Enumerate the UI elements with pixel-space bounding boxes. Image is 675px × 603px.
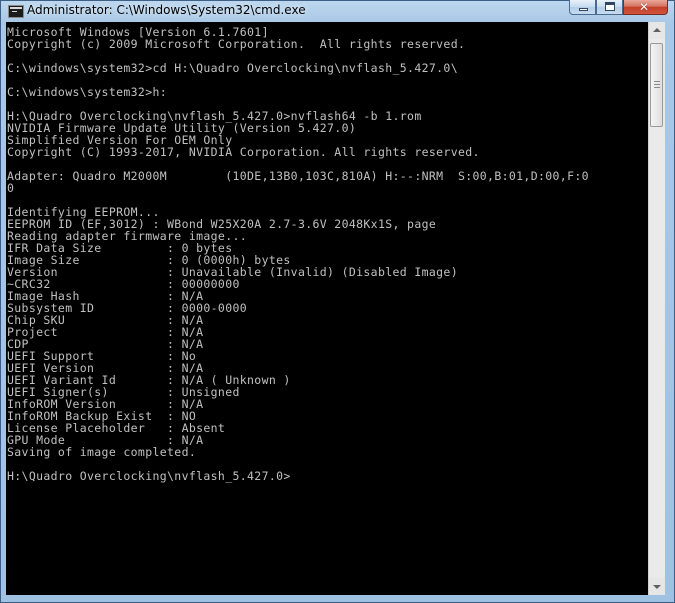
- console-line: H:\Quadro Overclocking\nvflash_5.427.0>: [7, 469, 291, 483]
- console-line: Saving of image completed.: [7, 445, 197, 459]
- console-line: C:\windows\system32>h:: [7, 85, 168, 99]
- grip-line: [654, 87, 660, 88]
- console-line: Copyright (C) 1993-2017, NVIDIA Corporat…: [7, 145, 480, 159]
- minimize-button[interactable]: [569, 0, 596, 15]
- close-button[interactable]: ✕: [623, 0, 668, 15]
- grip-line: [654, 84, 660, 85]
- close-icon: ✕: [639, 0, 650, 14]
- window-title: Administrator: C:\Windows\System32\cmd.e…: [27, 3, 306, 17]
- minimize-icon: [579, 8, 588, 11]
- scroll-down-arrow-icon: [653, 585, 661, 589]
- console-line: Copyright (c) 2009 Microsoft Corporation…: [7, 37, 466, 51]
- console-output[interactable]: Microsoft Windows [Version 6.1.7601] Copy…: [6, 22, 648, 595]
- vertical-scrollbar[interactable]: [648, 22, 665, 595]
- caption-buttons: ✕: [569, 0, 668, 15]
- title-bar[interactable]: Administrator: C:\Windows\System32\cmd.e…: [1, 0, 674, 21]
- maximize-button[interactable]: [596, 0, 623, 15]
- console-icon[interactable]: [8, 5, 24, 18]
- grip-line: [654, 81, 660, 82]
- console-line: C:\windows\system32>cd H:\Quadro Overclo…: [7, 61, 458, 75]
- scroll-up-arrow-icon: [653, 28, 661, 32]
- scroll-up-button[interactable]: [649, 22, 665, 39]
- console-line: Adapter: Quadro M2000M (10DE,13B0,103C,8…: [7, 169, 589, 183]
- scroll-down-button[interactable]: [649, 578, 665, 595]
- cmd-window: Administrator: C:\Windows\System32\cmd.e…: [0, 0, 675, 603]
- scroll-thumb[interactable]: [650, 43, 663, 127]
- console-line: 0: [7, 181, 15, 195]
- maximize-icon: [605, 2, 615, 11]
